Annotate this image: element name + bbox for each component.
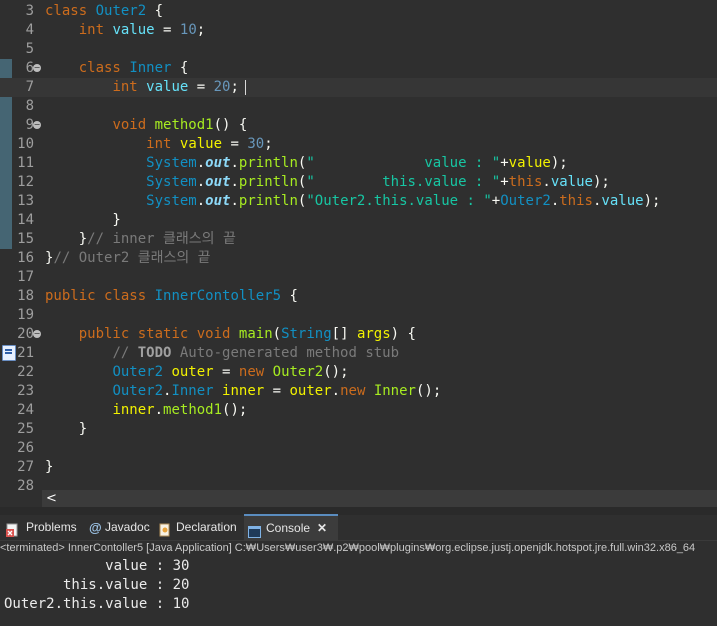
code-text: Outer2.Inner inner = outer.new Inner(); [112,383,442,399]
code-line[interactable]: 12 System.out.println(" this.value : "+t… [0,173,717,192]
code-line[interactable]: 4 int value = 10; [0,21,717,40]
code-text: int value = 10; [78,22,206,38]
code-line[interactable]: 28 [0,477,717,490]
code-line[interactable]: 15 }// inner 클래스의 끝 [0,230,717,249]
line-number: 25 [17,421,34,437]
code-line[interactable]: 6− class Inner { [0,59,717,78]
tab-problems[interactable]: Problems [0,515,78,540]
bottom-panel-tabbar: Problems @ Javadoc Declaration Console ✕ [0,514,717,542]
line-number: 16 [17,250,34,266]
tab-label: Declaration [176,520,237,534]
code-line[interactable]: 25 } [0,420,717,439]
line-number: 22 [17,364,34,380]
code-text: System.out.println(" this.value : "+this… [146,174,610,190]
code-text: void method1() { [112,117,248,133]
line-number: 28 [17,478,34,490]
line-number: 7 [25,79,34,95]
line-number: 23 [17,383,34,399]
line-number: 11 [17,155,34,171]
code-line[interactable]: 20− public static void main(String[] arg… [0,325,717,344]
code-text: int value = 30; [146,136,273,152]
javadoc-icon: @ [89,520,102,535]
code-text: Outer2 outer = new Outer2(); [112,364,349,380]
line-number: 6 [25,60,34,76]
line-number: 13 [17,193,34,209]
horizontal-scrollbar[interactable]: < [42,490,717,507]
line-number: 3 [25,3,34,19]
panel-divider [0,507,717,515]
console-line: value : 30 [4,558,190,574]
code-text: inner.method1(); [112,402,248,418]
code-text: // TODO Auto-generated method stub [112,345,400,361]
close-icon[interactable]: ✕ [317,516,327,541]
code-text: } [45,212,121,228]
code-line[interactable]: 13 System.out.println("Outer2.this.value… [0,192,717,211]
line-number: 27 [17,459,34,475]
code-text: public class InnerContoller5 { [45,288,298,304]
tab-javadoc[interactable]: @ Javadoc [85,515,155,540]
line-number: 9 [25,117,34,133]
problems-icon [6,521,18,537]
code-line[interactable]: 5 [0,40,717,59]
code-text: class Outer2 { [45,3,164,19]
tab-label: Problems [26,520,77,534]
code-line[interactable]: 23 Outer2.Inner inner = outer.new Inner(… [0,382,717,401]
tab-label: Console [266,521,311,535]
code-line[interactable]: 17 [0,268,717,287]
code-line[interactable]: 11 System.out.println(" value : "+value)… [0,154,717,173]
line-number: 10 [17,136,34,152]
line-number: 19 [17,307,34,323]
code-text: }// inner 클래스의 끝 [45,231,236,247]
code-line[interactable]: 10 int value = 30; [0,135,717,154]
code-text: int value = 20; [45,78,246,97]
declaration-icon [159,521,171,537]
tab-label: Javadoc [105,520,150,534]
line-number: 14 [17,212,34,228]
line-number: 26 [17,440,34,456]
line-number: 8 [25,98,34,114]
code-line[interactable]: 21 // TODO Auto-generated method stub [0,344,717,363]
code-line[interactable]: 26 [0,439,717,458]
code-text: }// Outer2 클래스의 끝 [45,250,211,266]
code-text: } [45,459,54,475]
code-line[interactable]: 14 } [0,211,717,230]
code-editor[interactable]: 3 class Outer2 {4 int value = 10; 5 6− clas… [0,0,717,490]
code-line[interactable]: 19 [0,306,717,325]
code-line[interactable]: 7 int value = 20; [0,78,717,97]
code-line[interactable]: 9− void method1() { [0,116,717,135]
line-number: 5 [25,41,34,57]
line-number: 12 [17,174,34,190]
code-text: } [45,421,88,437]
line-number: 24 [17,402,34,418]
code-line[interactable]: 8 [0,97,717,116]
console-line: Outer2.this.value : 10 [4,596,190,612]
code-text: class Inner { [78,60,189,76]
console-icon [248,522,261,538]
fold-collapse-icon[interactable]: − [33,64,41,72]
text-caret [244,79,246,95]
code-line[interactable]: 22 Outer2 outer = new Outer2(); [0,363,717,382]
line-number: 4 [25,22,34,38]
line-number: 18 [17,288,34,304]
code-line[interactable]: 16 }// Outer2 클래스의 끝 [0,249,717,268]
code-line[interactable]: 24 inner.method1(); [0,401,717,420]
fold-collapse-icon[interactable]: − [33,330,41,338]
code-line[interactable]: 3 class Outer2 { [0,2,717,21]
console-line: this.value : 20 [4,577,190,593]
scroll-left-arrow-icon[interactable]: < [46,490,57,507]
code-text: public static void main(String[] args) { [78,326,416,342]
line-number: 17 [17,269,34,285]
line-number: 15 [17,231,34,247]
fold-collapse-icon[interactable]: − [33,121,41,129]
line-number: 20 [17,326,34,342]
code-line[interactable]: 27} [0,458,717,477]
console-output[interactable]: value : 30 this.value : 20 Outer2.this.va… [0,556,717,626]
code-text: System.out.println(" value : "+value); [146,155,568,171]
tab-declaration[interactable]: Declaration [157,515,241,540]
code-line[interactable]: 18 public class InnerContoller5 { [0,287,717,306]
code-text: System.out.println("Outer2.this.value : … [146,193,661,209]
console-status-line: <terminated> InnerContoller5 [Java Appli… [0,541,717,555]
task-marker-icon[interactable] [2,345,16,361]
tab-console[interactable]: Console ✕ [244,514,338,542]
